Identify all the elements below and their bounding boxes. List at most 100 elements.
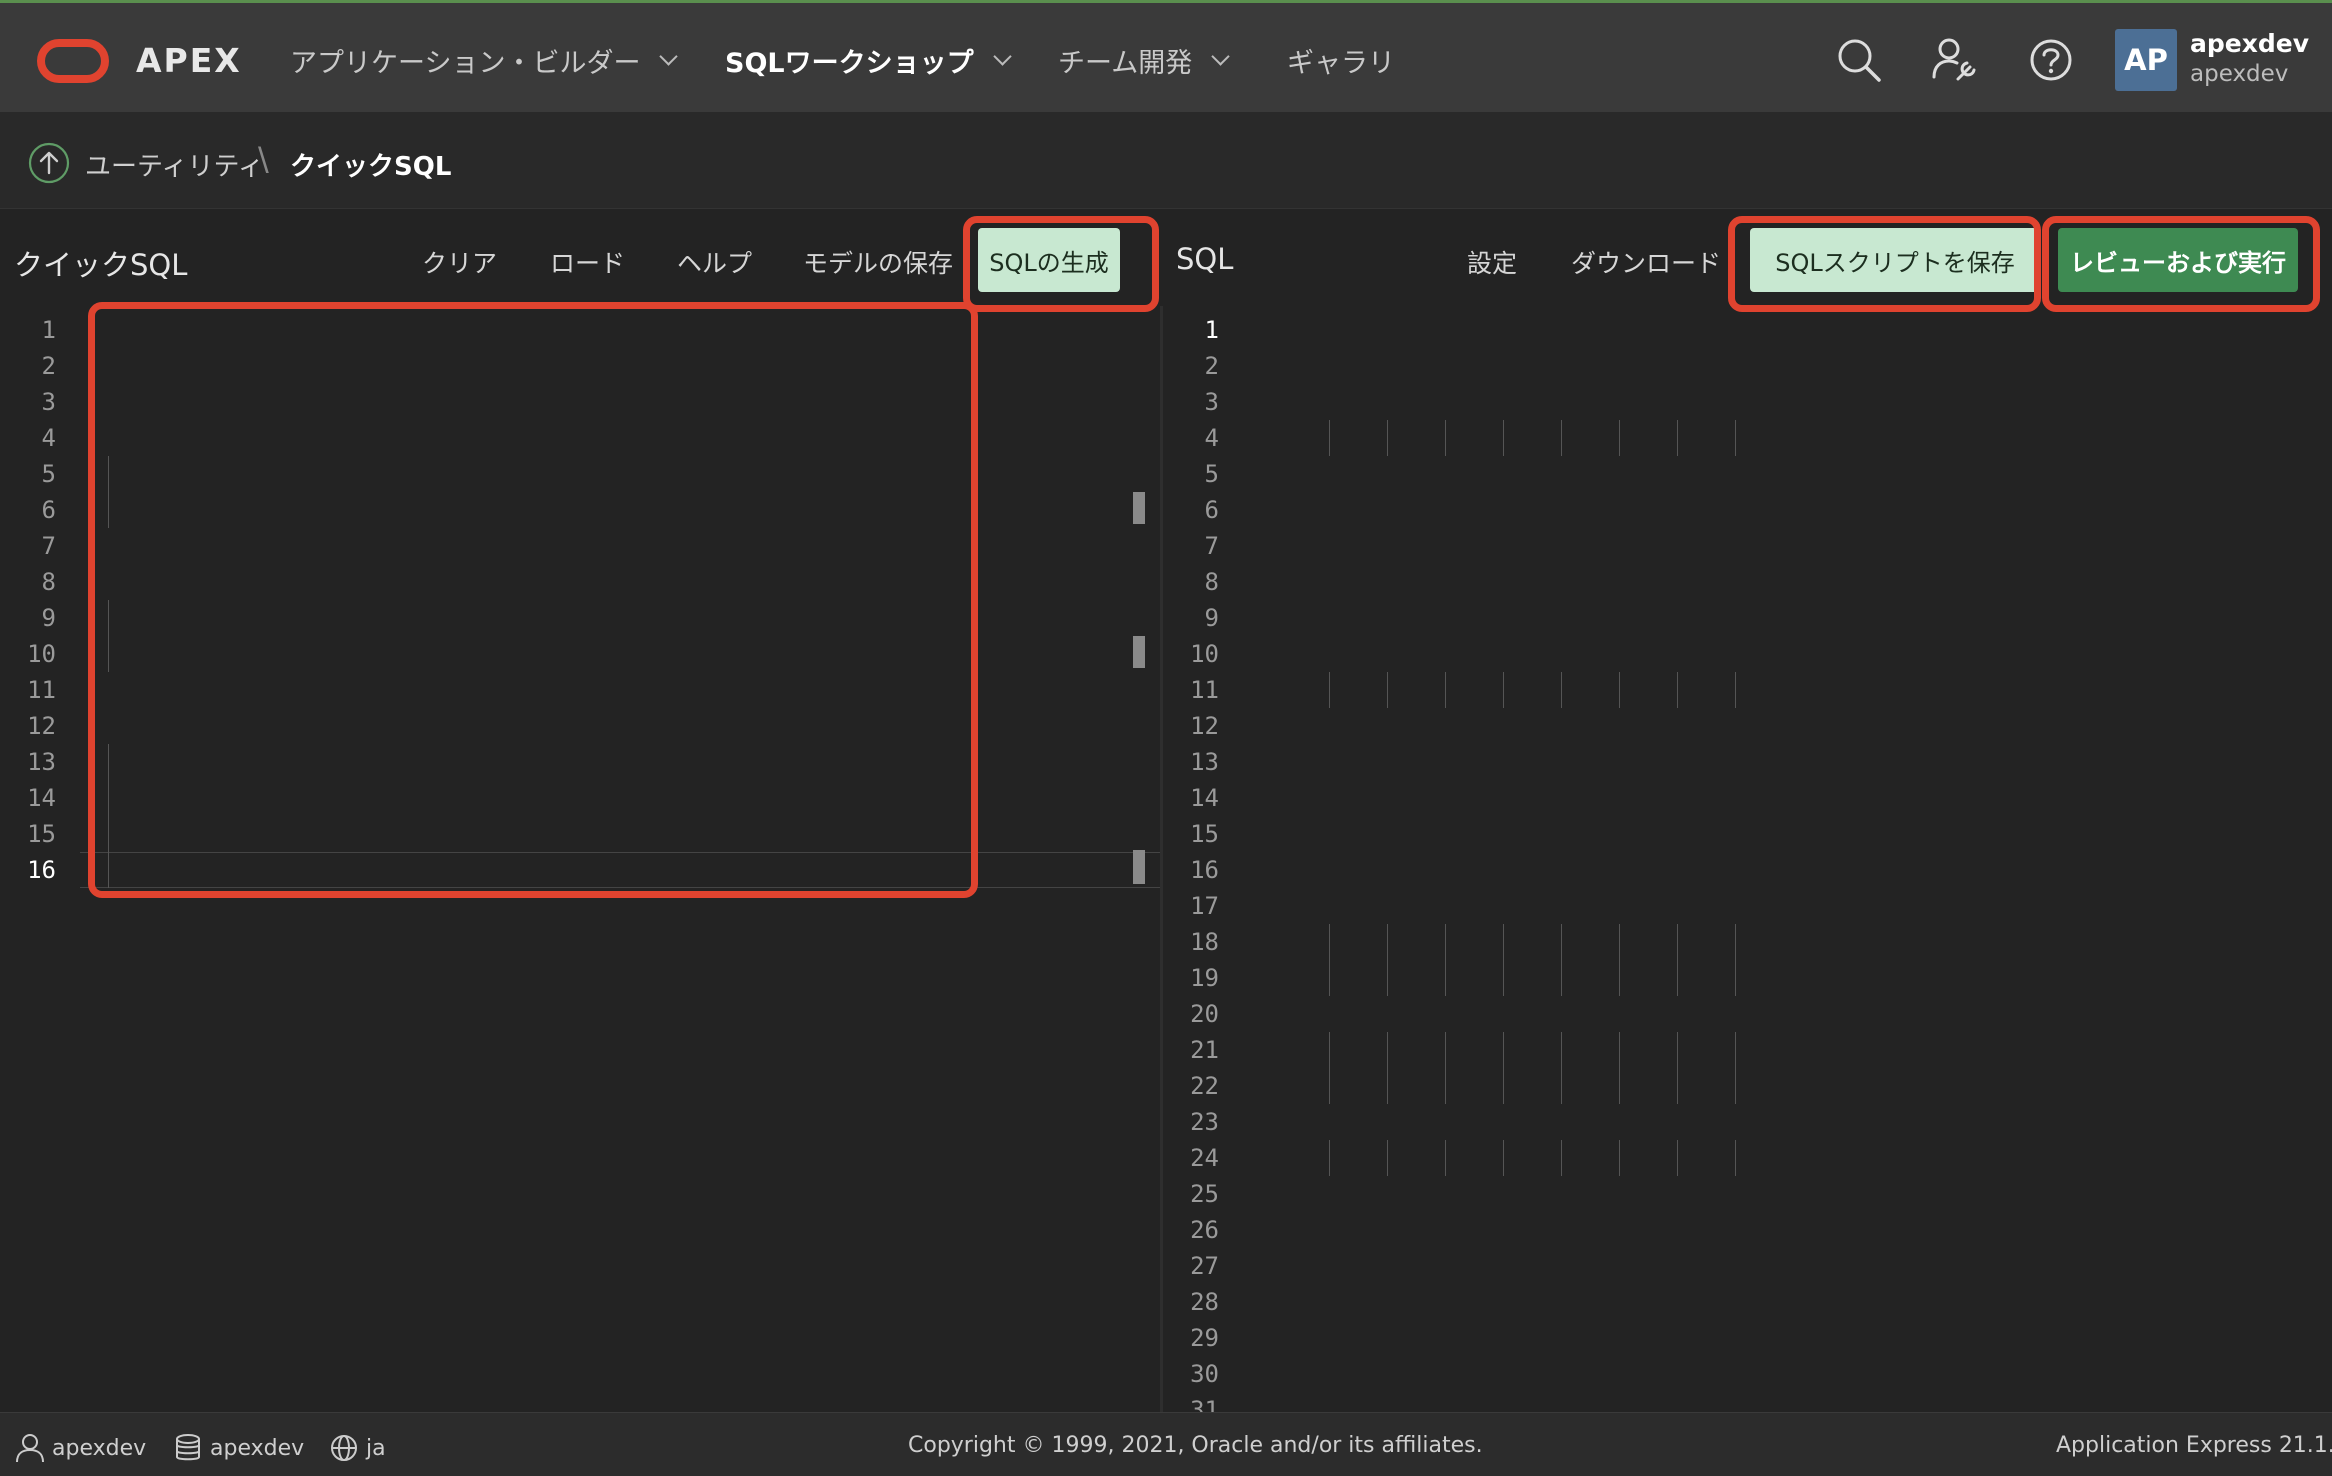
footer-language[interactable]: ja xyxy=(328,1433,386,1463)
indent-guide xyxy=(1735,672,1736,708)
code-line[interactable]: 4 xyxy=(1163,420,2332,456)
download-button[interactable]: ダウンロード xyxy=(1571,244,1721,280)
line-number: 15 xyxy=(1190,820,1219,848)
search-icon[interactable] xyxy=(1832,33,1886,87)
user-workspace: apexdev xyxy=(2190,61,2289,87)
code-line[interactable]: 18 xyxy=(1163,924,2332,960)
nav-app-builder[interactable]: アプリケーション・ビルダー xyxy=(290,41,679,80)
footer-workspace[interactable]: apexdev xyxy=(172,1433,304,1463)
chevron-down-icon xyxy=(992,47,1012,66)
footer-language-label: ja xyxy=(366,1435,386,1461)
code-line[interactable]: 16 xyxy=(1163,852,2332,888)
nav-gallery-label: ギャラリ xyxy=(1287,48,1395,79)
load-button[interactable]: ロード xyxy=(550,244,625,280)
footer: apexdev apexdev ja Copyright © 1999, 202… xyxy=(0,1412,2332,1476)
code-line[interactable]: 12 xyxy=(1163,708,2332,744)
user-name[interactable]: apexdev xyxy=(2190,29,2309,58)
chevron-down-icon xyxy=(659,47,679,66)
code-line[interactable]: 31 xyxy=(1163,1392,2332,1412)
line-number: 4 xyxy=(41,424,56,452)
highlight-save-sql-script xyxy=(1728,216,2041,312)
code-line[interactable]: 11 xyxy=(1163,672,2332,708)
indent-guide xyxy=(1503,672,1504,708)
nav-sql-workshop-label: SQLワークショップ xyxy=(725,48,974,79)
code-line[interactable]: 13 xyxy=(1163,744,2332,780)
code-line[interactable]: 14 xyxy=(1163,780,2332,816)
sql-output-editor[interactable]: 1 2 3 4 5 6 7 8 9 10 11 12 13 14 15 16 17 18 19 20 21 22 23 24 2… xyxy=(1163,306,2332,1412)
indent-guide xyxy=(1677,924,1678,996)
indent-guide xyxy=(1445,1140,1446,1176)
code-line[interactable]: 23 xyxy=(1163,1104,2332,1140)
code-line[interactable]: 21 xyxy=(1163,1032,2332,1068)
code-line[interactable]: 3 xyxy=(1163,384,2332,420)
line-number: 7 xyxy=(41,532,56,560)
nav-gallery[interactable]: ギャラリ xyxy=(1287,41,1395,80)
code-line[interactable]: 15 xyxy=(1163,816,2332,852)
code-line[interactable]: 10 xyxy=(1163,636,2332,672)
indent-guide xyxy=(1503,420,1504,456)
line-number: 12 xyxy=(1190,712,1219,740)
apex-brand[interactable]: APEX xyxy=(136,41,242,80)
code-line[interactable]: 17 xyxy=(1163,888,2332,924)
indent-guide xyxy=(1329,1140,1330,1176)
code-line[interactable]: 30 xyxy=(1163,1356,2332,1392)
sql-pane-title: SQL xyxy=(1176,242,1234,276)
code-line[interactable]: 9 xyxy=(1163,600,2332,636)
line-number: 18 xyxy=(1190,928,1219,956)
quick-sql-pane-title: クイックSQL xyxy=(14,248,188,282)
database-icon xyxy=(176,1434,200,1461)
code-line[interactable]: 22 xyxy=(1163,1068,2332,1104)
indent-guide xyxy=(1619,924,1620,996)
code-line[interactable]: 8 xyxy=(1163,564,2332,600)
indent-guide xyxy=(1445,420,1446,456)
line-number: 28 xyxy=(1190,1288,1219,1316)
code-line[interactable]: 20 xyxy=(1163,996,2332,1032)
line-number: 26 xyxy=(1190,1216,1219,1244)
footer-user-label: apexdev xyxy=(52,1435,147,1461)
code-line[interactable]: 19 xyxy=(1163,960,2332,996)
highlight-quick-sql-input xyxy=(88,302,978,898)
settings-button[interactable]: 設定 xyxy=(1467,244,1517,280)
help-button[interactable]: ヘルプ xyxy=(677,244,752,280)
code-line[interactable]: 7 xyxy=(1163,528,2332,564)
highlight-review-and-run xyxy=(2042,216,2320,312)
line-number: 2 xyxy=(41,352,56,380)
nav-team-development[interactable]: チーム開発 xyxy=(1058,41,1230,80)
line-number: 30 xyxy=(1190,1360,1219,1388)
help-icon[interactable] xyxy=(2024,33,2078,87)
indent-guide xyxy=(1329,420,1330,456)
indent-guide xyxy=(1677,420,1678,456)
breadcrumb-utilities[interactable]: ユーティリティ xyxy=(85,146,264,183)
code-line[interactable]: 27 xyxy=(1163,1248,2332,1284)
indent-guide xyxy=(1561,1140,1562,1176)
indent-guide xyxy=(1735,1140,1736,1176)
indent-guide xyxy=(1503,1032,1504,1104)
nav-sql-workshop[interactable]: SQLワークショップ xyxy=(725,41,1012,80)
code-line[interactable]: 6 xyxy=(1163,492,2332,528)
line-number: 13 xyxy=(27,748,56,776)
line-number: 13 xyxy=(1190,748,1219,776)
line-number: 14 xyxy=(1190,784,1219,812)
line-number: 15 xyxy=(27,820,56,848)
code-line[interactable]: 29 xyxy=(1163,1320,2332,1356)
clear-button[interactable]: クリア xyxy=(422,244,497,280)
code-line[interactable]: 1 xyxy=(1163,312,2332,348)
code-line[interactable]: 26 xyxy=(1163,1212,2332,1248)
code-line[interactable]: 24 xyxy=(1163,1140,2332,1176)
up-arrow-icon[interactable] xyxy=(28,142,70,184)
avatar[interactable]: AP xyxy=(2115,29,2177,91)
code-line[interactable]: 5 xyxy=(1163,456,2332,492)
indent-guide xyxy=(1387,1140,1388,1176)
line-number: 2 xyxy=(1204,352,1219,380)
code-line[interactable]: 2 xyxy=(1163,348,2332,384)
code-line[interactable]: 25 xyxy=(1163,1176,2332,1212)
administration-icon[interactable] xyxy=(1928,33,1982,87)
oracle-logo[interactable] xyxy=(37,39,109,83)
save-model-button[interactable]: モデルの保存 xyxy=(803,244,953,280)
footer-user[interactable]: apexdev xyxy=(14,1433,146,1463)
indent-guide xyxy=(1445,1032,1446,1104)
code-line[interactable]: 28 xyxy=(1163,1284,2332,1320)
line-number: 31 xyxy=(1190,1396,1219,1412)
nav-app-builder-label: アプリケーション・ビルダー xyxy=(290,48,641,79)
line-number: 9 xyxy=(41,604,56,632)
